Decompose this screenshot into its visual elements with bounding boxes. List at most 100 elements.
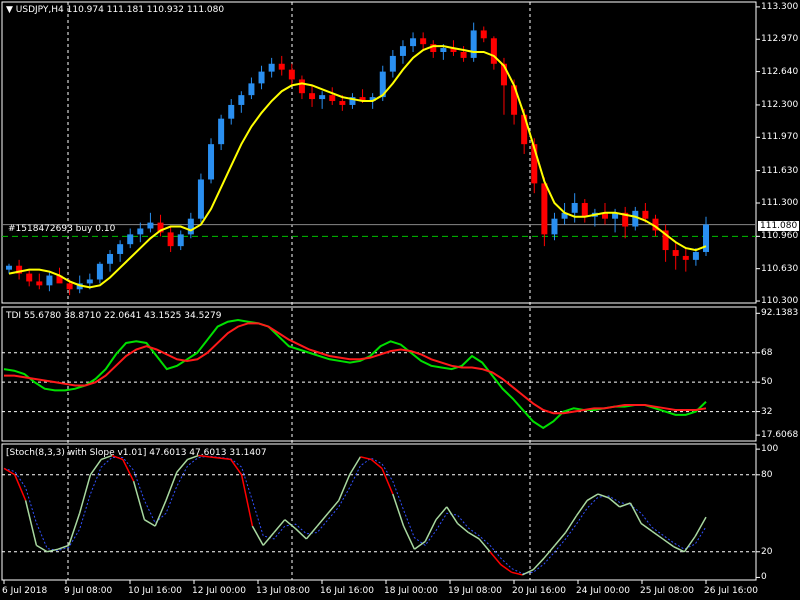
x-tick-label: 10 Jul 16:00 (128, 586, 182, 596)
stoch-segment (230, 458, 243, 476)
stoch-segment (564, 515, 578, 533)
y-tick-label: 112.970 (761, 34, 799, 45)
candle-body (399, 46, 406, 56)
candle-body (460, 52, 467, 58)
candle-body (86, 279, 93, 284)
y-tick-label: 32 (761, 406, 773, 417)
candle-body (147, 222, 154, 229)
tdi-series-line (4, 322, 707, 415)
stoch-segment (14, 474, 27, 501)
candle-body (238, 95, 245, 105)
x-tick-label: 19 Jul 08:00 (448, 586, 502, 596)
candle-body (470, 30, 477, 58)
stoch-segment (284, 519, 297, 530)
stoch-segment (424, 519, 437, 542)
order-label[interactable]: #1518472693 buy 0.10 (8, 224, 115, 235)
stoch-segment (673, 545, 685, 553)
candle-body (127, 234, 134, 245)
candle-body (258, 71, 265, 84)
y-tick-label: 111.970 (761, 132, 799, 143)
candle-body (420, 38, 427, 45)
y-tick-label: 80 (761, 469, 773, 480)
chart-canvas (1, 1, 760, 584)
moving-average-line (8, 45, 707, 289)
candle-body (692, 252, 699, 260)
y-tick-label: 110.300 (761, 296, 799, 307)
pane-border (1, 443, 757, 581)
x-tick-label: 12 Jul 00:00 (192, 586, 246, 596)
candle-body (410, 38, 417, 47)
x-tick-label: 13 Jul 08:00 (256, 586, 310, 596)
stoch-segment (273, 519, 286, 534)
candle-body (6, 265, 12, 270)
stoch-segment (392, 493, 405, 527)
candle-body (228, 104, 235, 119)
y-tick-label: 113.300 (761, 1, 799, 12)
x-tick-label: 26 Jul 16:00 (704, 586, 758, 596)
stoch-segment (435, 506, 448, 521)
candle-body (672, 250, 679, 256)
candle-body (137, 228, 144, 235)
stoch-segment (338, 474, 351, 501)
candle-body (288, 69, 295, 80)
candle-body (117, 244, 124, 254)
stoch-segment (662, 538, 675, 548)
current-price-box: 111.080 (758, 221, 800, 231)
y-tick-label: 92.1383 (761, 308, 799, 319)
y-tick-label: 68 (761, 347, 773, 358)
stoch-segment (446, 506, 459, 524)
stoch-segment (360, 456, 372, 461)
stoch-segment (500, 563, 513, 573)
stoch-segment (402, 525, 416, 550)
candle-body (268, 63, 275, 72)
candle-body (682, 255, 689, 260)
stoch-segment (68, 513, 81, 546)
candle-body (440, 48, 447, 53)
stoch-signal-line (3, 455, 707, 575)
candle-body (309, 93, 316, 100)
candle-body (36, 281, 43, 286)
y-tick-label: 110.630 (761, 263, 799, 274)
stoch-segment (251, 525, 264, 546)
candle-body (490, 38, 497, 64)
symbol-label: USDJPY,H4 (15, 5, 64, 15)
stoch-segment (543, 544, 556, 559)
ohlc-values: 110.974 111.181 110.932 111.080 (66, 5, 225, 15)
y-tick-label: 20 (761, 546, 773, 557)
x-tick-label: 18 Jul 00:00 (384, 586, 438, 596)
pane-border (1, 306, 757, 442)
candle-body (389, 55, 396, 72)
stoch-segment (608, 497, 621, 508)
stoch-segment (457, 522, 469, 534)
dropdown-arrow-icon[interactable]: ▼ (6, 5, 13, 15)
stoch-segment (651, 530, 664, 540)
stoch-segment (316, 512, 329, 527)
stoch-segment (262, 532, 275, 546)
y-tick-label: 110.960 (761, 231, 799, 242)
stoch-segment (36, 544, 48, 553)
candle-body (298, 79, 305, 94)
candle-body (319, 95, 326, 100)
stoch-segment (78, 474, 92, 514)
candle-body (278, 63, 285, 70)
y-tick-label: 112.640 (761, 66, 799, 77)
candle-body (581, 202, 588, 217)
stoch-segment (122, 459, 135, 482)
stoch-segment (468, 531, 480, 540)
candle-body (197, 179, 204, 219)
stoch-segment (575, 500, 588, 517)
candle-body (339, 101, 346, 105)
x-tick-label: 20 Jul 16:00 (512, 586, 566, 596)
stoch-segment (24, 500, 38, 546)
stoch-segment (132, 481, 146, 520)
chart-title: ▼ USDJPY,H4 110.974 111.181 110.932 111.… (6, 5, 224, 16)
tdi-title: TDI 55.6780 38.8710 22.0641 43.1525 34.5… (6, 311, 222, 321)
stoch-segment (683, 535, 696, 553)
candle-body (208, 144, 215, 180)
stoch-segment (348, 456, 362, 476)
x-tick-label: 6 Jul 2018 (2, 586, 48, 596)
candle-body (26, 273, 33, 282)
candle-body (541, 183, 548, 235)
candle-body (177, 234, 184, 247)
stoch-segment (619, 502, 631, 508)
